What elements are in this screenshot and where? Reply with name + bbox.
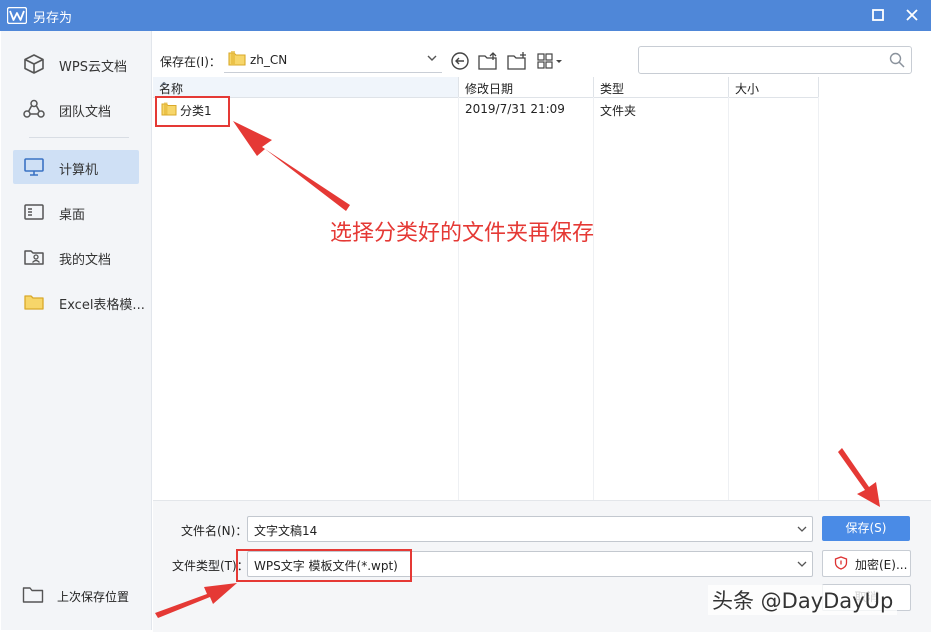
sidebar-item-label: 我的文档: [59, 253, 112, 268]
computer-icon: [24, 158, 44, 176]
highlight-box-filetype: [236, 549, 412, 582]
chevron-down-icon: [427, 55, 437, 61]
desktop-icon: [24, 204, 44, 220]
sidebar-item-label: WPS云文档: [59, 60, 127, 75]
save-in-dropdown[interactable]: zh_CN: [224, 46, 442, 73]
column-header-name[interactable]: 名称 ^: [153, 77, 459, 98]
my-documents-icon: [24, 250, 44, 265]
sidebar-divider: [29, 137, 129, 138]
up-folder-icon[interactable]: [477, 51, 499, 71]
column-header-label: 修改日期: [465, 82, 514, 96]
file-row[interactable]: 分类1 2019/7/31 21:09 文件夹: [153, 99, 819, 119]
new-folder-icon[interactable]: [506, 51, 528, 71]
sidebar-item-label: 团队文档: [59, 105, 112, 120]
folder-icon: [24, 295, 44, 310]
file-type: 文件夹: [600, 104, 637, 118]
save-button[interactable]: 保存(S): [822, 516, 910, 541]
sidebar-item-label: Excel表格模...: [59, 298, 145, 313]
chevron-down-icon: [797, 561, 807, 567]
chevron-down-icon: [797, 526, 807, 532]
column-header-label: 大小: [735, 82, 760, 96]
sidebar-item-label: 桌面: [59, 208, 86, 223]
sidebar-item-desktop[interactable]: 桌面: [13, 195, 139, 229]
folder-outline-icon: [22, 587, 44, 603]
close-icon[interactable]: [899, 5, 925, 25]
filename-input[interactable]: 文字文稿14: [247, 516, 813, 542]
file-list: 名称 ^ 修改日期 类型 大小 分类1 2019/7/31 21:09 文件夹: [153, 77, 931, 500]
filename-label: 文件名(N)：: [181, 524, 248, 538]
view-grid-icon[interactable]: [536, 51, 564, 71]
sidebar-item-computer[interactable]: 计算机: [13, 150, 139, 184]
cube-icon: [24, 54, 44, 74]
window-title: 另存为: [33, 11, 73, 26]
highlight-box-folder: [155, 96, 230, 127]
sidebar-item-wps-cloud[interactable]: WPS云文档: [13, 47, 139, 81]
back-icon[interactable]: [449, 51, 471, 71]
last-save-location-label: 上次保存位置: [57, 590, 130, 604]
column-header-label: 类型: [600, 82, 625, 96]
column-header-modified[interactable]: 修改日期: [459, 77, 594, 98]
wps-logo-icon: [7, 7, 27, 24]
maximize-icon[interactable]: [866, 5, 890, 25]
save-in-label: 保存在(I)：: [160, 55, 221, 69]
search-icon: [889, 52, 905, 68]
column-divider: [728, 97, 729, 500]
column-divider: [458, 97, 459, 500]
file-modified: 2019/7/31 21:09: [465, 102, 565, 116]
sidebar-item-label: 计算机: [59, 163, 99, 178]
team-icon: [23, 99, 45, 118]
encrypt-button[interactable]: 加密(E)...: [822, 550, 911, 577]
sidebar-item-excel-templates[interactable]: Excel表格模...: [13, 285, 145, 319]
column-header-size[interactable]: 大小: [729, 77, 819, 98]
sidebar-item-team-docs[interactable]: 团队文档: [13, 92, 139, 126]
sidebar-item-my-documents[interactable]: 我的文档: [13, 240, 139, 274]
shield-icon: [834, 556, 848, 570]
filename-value: 文字文稿14: [254, 524, 318, 538]
sort-ascending-icon: ^: [159, 80, 170, 94]
column-divider: [593, 97, 594, 500]
column-header-type[interactable]: 类型: [594, 77, 729, 98]
search-input[interactable]: [638, 46, 912, 74]
folder-icon: [228, 51, 246, 66]
annotation-text: 选择分类好的文件夹再保存: [330, 221, 595, 246]
title-bar: 另存为: [0, 0, 931, 31]
last-save-location[interactable]: 上次保存位置: [22, 584, 152, 608]
encrypt-button-label: 加密(E)...: [855, 558, 908, 572]
watermark: 头条 @DayDayUp: [708, 585, 898, 615]
sidebar: WPS云文档 团队文档 计算机 桌面 我的文档 Excel表格模...: [1, 31, 152, 630]
current-folder: zh_CN: [250, 53, 288, 67]
column-divider: [818, 97, 819, 500]
